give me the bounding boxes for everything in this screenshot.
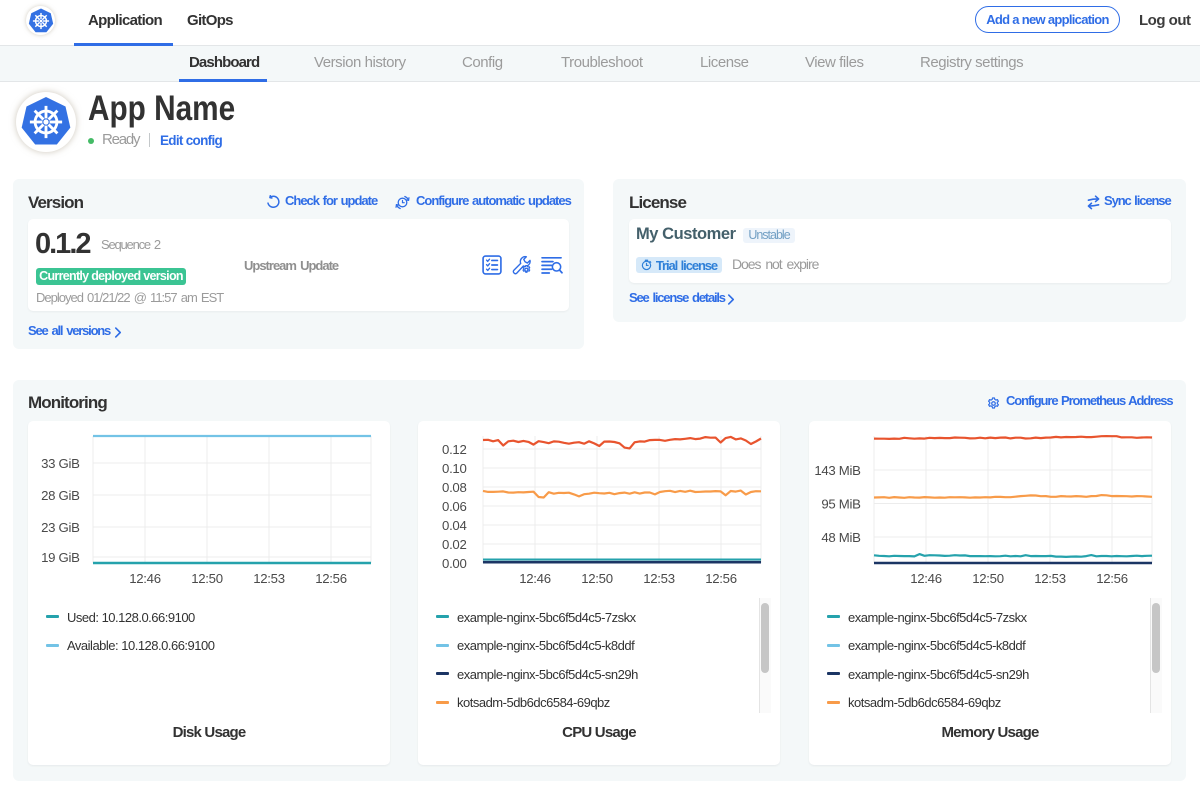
- svg-text:12:53: 12:53: [1034, 571, 1066, 586]
- svg-text:12:50: 12:50: [581, 571, 613, 586]
- svg-text:12:56: 12:56: [315, 571, 347, 586]
- svg-text:48 MiB: 48 MiB: [821, 530, 861, 545]
- svg-text:12:53: 12:53: [643, 571, 675, 586]
- svg-text:12:50: 12:50: [972, 571, 1004, 586]
- svg-text:12:46: 12:46: [519, 571, 551, 586]
- svg-text:143 MiB: 143 MiB: [814, 463, 861, 478]
- svg-text:12:46: 12:46: [129, 571, 161, 586]
- svg-text:0.12: 0.12: [442, 442, 466, 457]
- svg-text:23 GiB: 23 GiB: [41, 520, 80, 535]
- svg-text:12:56: 12:56: [1096, 571, 1128, 586]
- svg-text:95 MiB: 95 MiB: [821, 496, 861, 511]
- svg-text:28 GiB: 28 GiB: [41, 488, 80, 503]
- svg-text:12:50: 12:50: [191, 571, 223, 586]
- svg-text:12:53: 12:53: [253, 571, 285, 586]
- svg-text:0.04: 0.04: [442, 518, 466, 533]
- svg-text:19 GiB: 19 GiB: [41, 550, 80, 565]
- svg-text:0.00: 0.00: [442, 556, 466, 571]
- svg-text:0.02: 0.02: [442, 537, 466, 552]
- svg-text:33 GiB: 33 GiB: [41, 456, 80, 471]
- svg-text:12:56: 12:56: [705, 571, 737, 586]
- svg-text:0.10: 0.10: [442, 461, 466, 476]
- svg-text:12:46: 12:46: [910, 571, 942, 586]
- svg-text:0.08: 0.08: [442, 480, 466, 495]
- svg-text:0.06: 0.06: [442, 499, 466, 514]
